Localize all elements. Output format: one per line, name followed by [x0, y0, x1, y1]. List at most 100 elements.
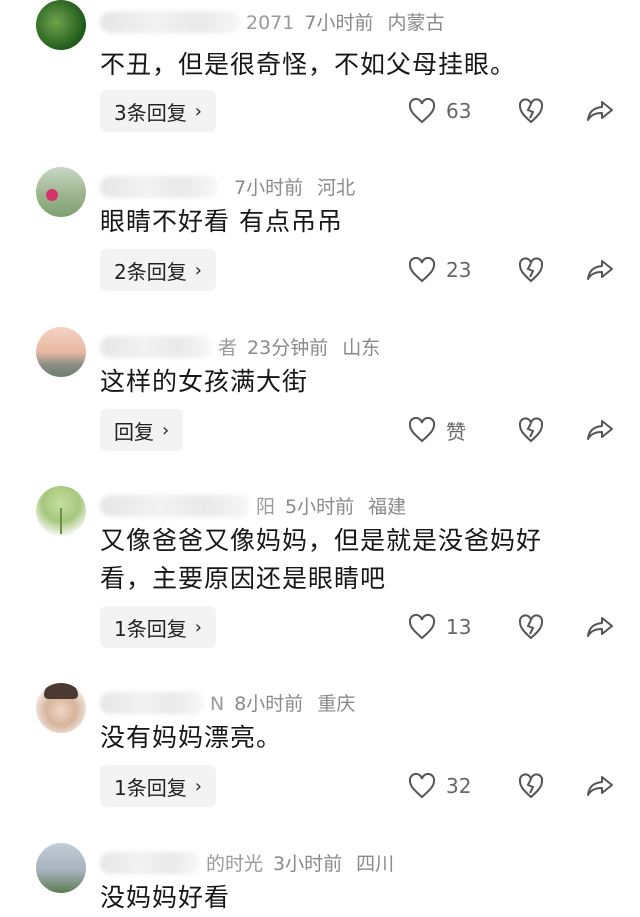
- dislike-button[interactable]: [518, 614, 578, 640]
- comment-meta: 阳 5小时前 福建: [100, 492, 406, 520]
- chevron-right-icon: ›: [194, 775, 202, 797]
- like-button[interactable]: 13: [408, 614, 518, 640]
- comment-text[interactable]: 眼睛不好看 有点吊吊: [100, 203, 600, 241]
- like-button[interactable]: 赞: [408, 416, 518, 445]
- comment-meta: 7小时前 河北: [100, 173, 355, 201]
- comment-text-line: 没有妈妈漂亮。: [100, 723, 283, 752]
- comment-time: 7小时前: [234, 177, 304, 199]
- dislike-button[interactable]: [518, 98, 578, 124]
- like-count: 63: [446, 99, 472, 123]
- comment-time: 8小时前: [234, 693, 304, 715]
- avatar[interactable]: [36, 486, 86, 536]
- share-button[interactable]: [586, 257, 614, 283]
- chevron-right-icon: ›: [194, 100, 202, 122]
- avatar[interactable]: [36, 327, 86, 377]
- comment-text-line: 没妈妈好看: [100, 883, 231, 912]
- username-blurred[interactable]: [100, 175, 218, 198]
- comment-location: 重庆: [317, 693, 356, 715]
- comment-text-line: 看，主要原因还是眼睛吧: [100, 564, 387, 593]
- broken-heart-icon: [518, 614, 544, 640]
- comment-text[interactable]: 没妈妈好看: [100, 879, 600, 917]
- plant-stem-shape: [60, 508, 62, 534]
- broken-heart-icon: [518, 98, 544, 124]
- like-button[interactable]: 63: [408, 98, 518, 124]
- reply-label: 3条回复: [114, 100, 187, 125]
- share-button[interactable]: [586, 417, 614, 443]
- view-replies-button[interactable]: 2条回复 ›: [100, 249, 216, 291]
- like-count: 13: [446, 615, 472, 639]
- view-replies-button[interactable]: 1条回复 ›: [100, 606, 216, 648]
- username-blurred[interactable]: [100, 494, 250, 517]
- heart-outline-icon: [408, 417, 436, 443]
- comment-actions: 赞: [408, 409, 614, 451]
- dislike-button[interactable]: [518, 257, 578, 283]
- username-blurred[interactable]: [100, 335, 212, 358]
- username-blurred[interactable]: [100, 691, 204, 714]
- heart-outline-icon: [408, 614, 436, 640]
- comment-text[interactable]: 没有妈妈漂亮。: [100, 719, 600, 757]
- like-button[interactable]: 32: [408, 773, 518, 799]
- share-arrow-icon: [587, 617, 613, 637]
- share-arrow-icon: [587, 776, 613, 796]
- avatar[interactable]: [36, 167, 86, 217]
- reply-label: 1条回复: [114, 616, 187, 641]
- share-button[interactable]: [586, 98, 614, 124]
- reply-label: 1条回复: [114, 775, 187, 800]
- comment-actions: 32: [408, 765, 614, 807]
- heart-outline-icon: [408, 98, 436, 124]
- username-tail[interactable]: 2071: [246, 12, 294, 34]
- comment-text-line: 又像爸爸又像妈妈，但是就是没爸妈好: [100, 526, 543, 555]
- share-button[interactable]: [586, 614, 614, 640]
- username-tail[interactable]: 的时光: [206, 853, 263, 875]
- comment-text-line: 这样的女孩满大街: [100, 367, 309, 396]
- comment-actions: 63: [408, 90, 614, 132]
- hair-shape: [44, 683, 78, 699]
- comment-text-line: 眼睛不好看 有点吊吊: [100, 207, 343, 236]
- avatar[interactable]: [36, 0, 86, 50]
- avatar[interactable]: [36, 843, 86, 893]
- broken-heart-icon: [518, 257, 544, 283]
- comment-text[interactable]: 不丑，但是很奇怪，不如父母挂眼。: [100, 46, 600, 84]
- chevron-right-icon: ›: [194, 616, 202, 638]
- comment-meta: 的时光 3小时前 四川: [100, 849, 394, 877]
- username-tail[interactable]: N: [210, 693, 224, 715]
- comment-time: 5小时前: [285, 496, 355, 518]
- comment-meta: 者 23分钟前 山东: [100, 333, 380, 361]
- comment-text[interactable]: 这样的女孩满大街: [100, 363, 600, 401]
- chevron-right-icon: ›: [162, 419, 170, 441]
- comment-text-line: 不丑，但是很奇怪，不如父母挂眼。: [100, 50, 517, 79]
- username-blurred[interactable]: [100, 10, 240, 33]
- view-replies-button[interactable]: 3条回复 ›: [100, 90, 216, 132]
- comment-meta: 2071 7小时前 内蒙古: [100, 8, 444, 36]
- reply-button[interactable]: 回复 ›: [100, 409, 184, 451]
- comment-location: 山东: [342, 337, 381, 359]
- broken-heart-icon: [518, 773, 544, 799]
- reply-label: 2条回复: [114, 259, 187, 284]
- username-tail[interactable]: 阳: [256, 496, 275, 518]
- heart-outline-icon: [408, 773, 436, 799]
- dislike-button[interactable]: [518, 417, 578, 443]
- flower-shape: [46, 189, 58, 201]
- comment-text[interactable]: 又像爸爸又像妈妈，但是就是没爸妈好 看，主要原因还是眼睛吧: [100, 522, 600, 598]
- comment-location: 四川: [356, 853, 395, 875]
- comment-meta: N 8小时前 重庆: [100, 689, 355, 717]
- avatar[interactable]: [36, 683, 86, 733]
- like-button[interactable]: 23: [408, 257, 518, 283]
- broken-heart-icon: [518, 417, 544, 443]
- reply-label: 回复: [114, 419, 154, 444]
- view-replies-button[interactable]: 1条回复 ›: [100, 765, 216, 807]
- dislike-button[interactable]: [518, 773, 578, 799]
- username-blurred[interactable]: [100, 851, 200, 874]
- comment-location: 内蒙古: [387, 12, 445, 34]
- share-arrow-icon: [587, 420, 613, 440]
- share-arrow-icon: [587, 260, 613, 280]
- heart-outline-icon: [408, 257, 436, 283]
- share-button[interactable]: [586, 773, 614, 799]
- like-count: 32: [446, 774, 472, 798]
- comment-time: 3小时前: [273, 853, 343, 875]
- like-count: 23: [446, 258, 472, 282]
- username-tail[interactable]: 者: [218, 337, 237, 359]
- comment-location: 福建: [368, 496, 407, 518]
- comment-time: 23分钟前: [247, 337, 329, 359]
- comment-actions: 13: [408, 606, 614, 648]
